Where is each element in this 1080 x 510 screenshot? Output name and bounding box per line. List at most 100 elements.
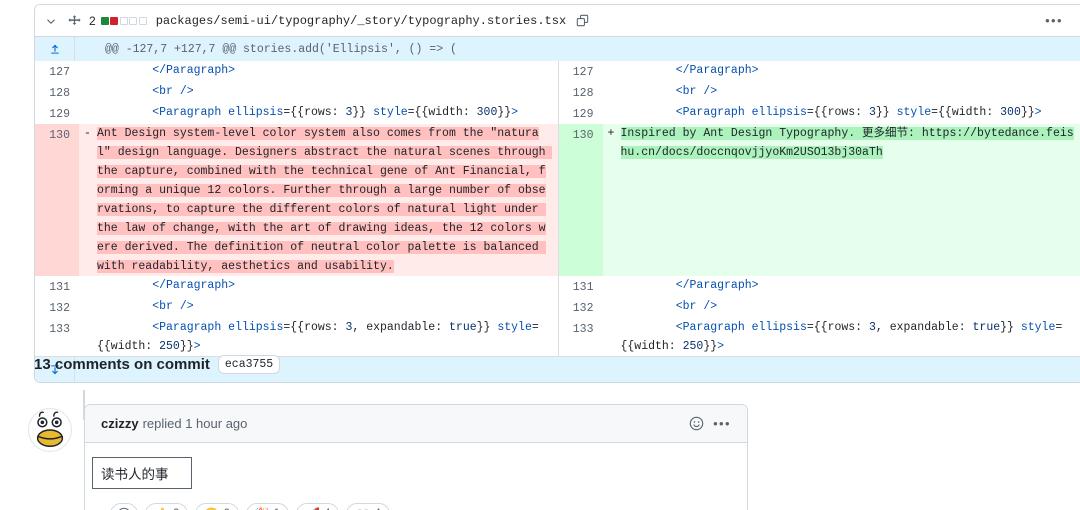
diff-marker bbox=[79, 276, 95, 297]
file-path[interactable]: packages/semi-ui/typography/_story/typog… bbox=[156, 14, 566, 28]
line-number[interactable]: 133 bbox=[559, 318, 603, 356]
github-commit-diff-page: 2 packages/semi-ui/typography/_story/typ… bbox=[0, 0, 1080, 510]
diff-marker bbox=[79, 318, 95, 356]
comment-author[interactable]: czizzy bbox=[101, 416, 139, 431]
comment-timestamp: replied 1 hour ago bbox=[143, 416, 248, 431]
line-number[interactable]: 128 bbox=[35, 82, 79, 103]
diff-row: 131 </Paragraph> 131 </Paragraph> bbox=[35, 276, 1080, 297]
diffstat-block-neutral bbox=[129, 17, 137, 25]
code-line[interactable]: <br /> bbox=[95, 297, 558, 318]
line-number[interactable]: 133 bbox=[35, 318, 79, 356]
copy-icon[interactable] bbox=[574, 13, 590, 29]
line-number[interactable]: 131 bbox=[559, 276, 603, 297]
comment-box: czizzy replied 1 hour ago ••• 读书人的事 bbox=[84, 404, 748, 510]
code-line[interactable]: <Paragraph ellipsis={{rows: 3}} style={{… bbox=[95, 103, 558, 124]
diff-side-right: 131 </Paragraph> bbox=[558, 276, 1080, 297]
diff-body: 127 </Paragraph> 127 </Paragraph> 128 bbox=[35, 61, 1080, 356]
diff-row: 127 </Paragraph> 127 </Paragraph> bbox=[35, 61, 1080, 82]
diff-marker bbox=[603, 276, 619, 297]
chevron-down-icon[interactable] bbox=[43, 13, 59, 29]
code-line[interactable]: <br /> bbox=[619, 297, 1080, 318]
code-line[interactable]: </Paragraph> bbox=[95, 276, 558, 297]
code-line[interactable]: <Paragraph ellipsis={{rows: 3}} style={{… bbox=[619, 103, 1080, 124]
diff-marker bbox=[603, 82, 619, 103]
reactions-bar: 👍 2 😄 6 🎉 1 🚀 4 👀 4 bbox=[85, 489, 747, 510]
diff-side-left: 131 </Paragraph> bbox=[35, 276, 558, 297]
diff-row-changed: 130 - Ant Design system-level color syst… bbox=[35, 124, 1080, 276]
code-line[interactable]: </Paragraph> bbox=[619, 276, 1080, 297]
diff-marker-added: + bbox=[603, 124, 619, 276]
diff-side-left: 128 <br /> bbox=[35, 82, 558, 103]
line-number[interactable]: 130 bbox=[559, 124, 603, 276]
reaction-rocket[interactable]: 🚀 4 bbox=[296, 503, 339, 510]
line-number[interactable]: 130 bbox=[35, 124, 79, 276]
code-line[interactable]: <Paragraph ellipsis={{rows: 3, expandabl… bbox=[619, 318, 1080, 356]
change-count: 2 bbox=[89, 14, 96, 28]
code-line[interactable]: <br /> bbox=[619, 82, 1080, 103]
line-number[interactable]: 131 bbox=[35, 276, 79, 297]
diff-row: 128 <br /> 128 <br /> bbox=[35, 82, 1080, 103]
reaction-thumbs-up[interactable]: 👍 2 bbox=[145, 503, 188, 510]
diff-row: 133 <Paragraph ellipsis={{rows: 3, expan… bbox=[35, 318, 1080, 356]
diff-marker bbox=[603, 61, 619, 82]
diffstat-block-neutral bbox=[120, 17, 128, 25]
code-line[interactable]: <Paragraph ellipsis={{rows: 3, expandabl… bbox=[95, 318, 558, 356]
kebab-menu-icon[interactable]: ••• bbox=[711, 413, 733, 435]
code-line[interactable]: </Paragraph> bbox=[95, 61, 558, 82]
expand-up-icon[interactable] bbox=[35, 37, 75, 61]
comment-body: 读书人的事 bbox=[85, 443, 747, 489]
diff-marker bbox=[79, 297, 95, 318]
code-line-added[interactable]: Inspired by Ant Design Typography. 更多细节:… bbox=[619, 124, 1080, 276]
line-number[interactable]: 129 bbox=[559, 103, 603, 124]
diff-side-left: 127 </Paragraph> bbox=[35, 61, 558, 82]
add-reaction-icon[interactable] bbox=[685, 413, 707, 435]
hunk-header-row: @@ -127,7 +127,7 @@ stories.add('Ellipsi… bbox=[35, 37, 1080, 61]
diff-marker bbox=[79, 103, 95, 124]
reaction-eyes[interactable]: 👀 4 bbox=[346, 503, 389, 510]
comment-text: 读书人的事 bbox=[92, 457, 192, 489]
line-number[interactable]: 127 bbox=[35, 61, 79, 82]
diff-side-left: 129 <Paragraph ellipsis={{rows: 3}} styl… bbox=[35, 103, 558, 124]
kebab-menu-icon[interactable]: ••• bbox=[1044, 13, 1064, 29]
diff-marker bbox=[79, 82, 95, 103]
diffstat-block-add bbox=[101, 17, 109, 25]
unified-split-toggle-icon[interactable] bbox=[65, 13, 83, 29]
file-header: 2 packages/semi-ui/typography/_story/typ… bbox=[35, 5, 1080, 37]
file-diff-card: 2 packages/semi-ui/typography/_story/typ… bbox=[34, 4, 1080, 383]
avatar[interactable] bbox=[28, 408, 72, 452]
diff-side-left: 133 <Paragraph ellipsis={{rows: 3, expan… bbox=[35, 318, 558, 356]
diff-side-right: 128 <br /> bbox=[558, 82, 1080, 103]
diff-marker-deleted: - bbox=[79, 124, 95, 276]
diffstat-blocks bbox=[101, 17, 147, 25]
diff-marker bbox=[603, 103, 619, 124]
code-line[interactable]: </Paragraph> bbox=[619, 61, 1080, 82]
word-diff-deleted: Ant Design system-level color system als… bbox=[97, 127, 552, 273]
comments-heading-text: 13 comments on commit bbox=[34, 356, 210, 373]
reaction-hooray[interactable]: 🎉 1 bbox=[246, 503, 289, 510]
line-number[interactable]: 129 bbox=[35, 103, 79, 124]
add-reaction-button[interactable] bbox=[110, 503, 138, 510]
diffstat-block-neutral bbox=[139, 17, 147, 25]
diff-side-left: 132 <br /> bbox=[35, 297, 558, 318]
diff-marker bbox=[603, 297, 619, 318]
code-line-deleted[interactable]: Ant Design system-level color system als… bbox=[95, 124, 558, 276]
line-number[interactable]: 127 bbox=[559, 61, 603, 82]
diff-side-right: 133 <Paragraph ellipsis={{rows: 3, expan… bbox=[558, 318, 1080, 356]
code-line[interactable]: <br /> bbox=[95, 82, 558, 103]
diff-marker bbox=[603, 318, 619, 356]
commit-sha-badge[interactable]: eca3755 bbox=[218, 355, 280, 374]
word-diff-added: Inspired by Ant Design Typography. 更多细节:… bbox=[621, 127, 1074, 159]
line-number[interactable]: 132 bbox=[559, 297, 603, 318]
diff-row: 129 <Paragraph ellipsis={{rows: 3}} styl… bbox=[35, 103, 1080, 124]
diff-row: 132 <br /> 132 <br /> bbox=[35, 297, 1080, 318]
diff-side-right: 129 <Paragraph ellipsis={{rows: 3}} styl… bbox=[558, 103, 1080, 124]
comment-header: czizzy replied 1 hour ago ••• bbox=[85, 405, 747, 443]
line-number[interactable]: 128 bbox=[559, 82, 603, 103]
diffstat-block-del bbox=[110, 17, 118, 25]
diff-side-right: 127 </Paragraph> bbox=[558, 61, 1080, 82]
line-number[interactable]: 132 bbox=[35, 297, 79, 318]
diff-side-left-deleted: 130 - Ant Design system-level color syst… bbox=[35, 124, 558, 276]
diff-marker bbox=[79, 61, 95, 82]
reaction-laugh[interactable]: 😄 6 bbox=[195, 503, 238, 510]
comments-heading: 13 comments on commit eca3755 bbox=[34, 355, 280, 374]
